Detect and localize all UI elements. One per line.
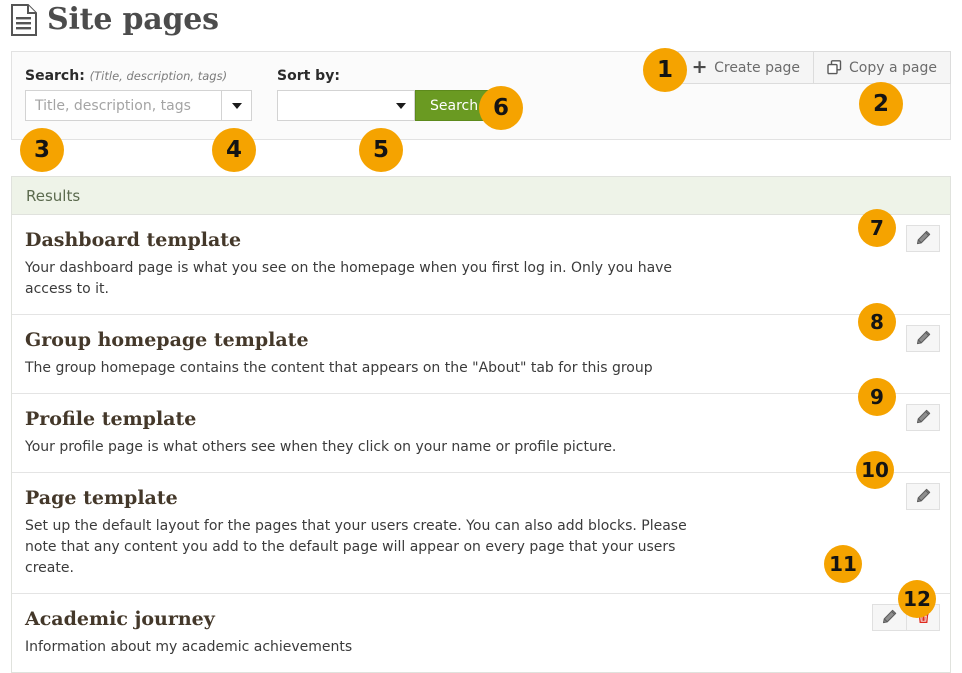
sort-field-group: Sort by: Search [277, 68, 494, 121]
chevron-down-icon [396, 102, 406, 109]
result-row: Profile template Your profile page is wha… [12, 394, 950, 473]
search-label: Search: (Title, description, tags) [25, 68, 252, 84]
page-title: Site pages [11, 2, 219, 38]
sort-label: Sort by: [277, 68, 340, 84]
create-page-label: Create page [714, 59, 801, 76]
pencil-icon [916, 409, 931, 427]
copy-page-button[interactable]: Copy a page [813, 51, 951, 84]
row-actions [906, 404, 940, 431]
search-input-combo [25, 90, 252, 121]
result-description: Set up the default layout for the pages … [25, 518, 687, 576]
edit-page-button[interactable] [906, 225, 940, 252]
search-input[interactable] [25, 90, 221, 121]
page-action-buttons: + Create page Copy a page [678, 51, 951, 84]
result-description: Information about my academic achievemen… [25, 639, 353, 655]
annotation-badge: 1 [643, 48, 687, 92]
row-actions [906, 325, 940, 352]
result-row: Group homepage template The group homepag… [12, 315, 950, 394]
results-list: Dashboard template Your dashboard page is… [12, 215, 950, 672]
search-label-hint: (Title, description, tags) [89, 69, 228, 83]
result-title: Profile template [25, 408, 197, 430]
create-page-button[interactable]: + Create page [678, 51, 814, 84]
sort-by-select[interactable] [277, 90, 415, 121]
result-title: Group homepage template [25, 329, 309, 351]
edit-page-button[interactable] [906, 325, 940, 352]
annotation-badge: 10 [856, 451, 894, 489]
annotation-badge: 3 [20, 128, 64, 172]
copy-page-label: Copy a page [849, 59, 937, 76]
result-row: Academic journey Information about my aca… [12, 594, 950, 672]
annotation-badge: 8 [858, 303, 896, 341]
row-actions [906, 483, 940, 510]
edit-page-button[interactable] [906, 483, 940, 510]
pencil-icon [916, 330, 931, 348]
result-description: The group homepage contains the content … [25, 360, 653, 376]
pencil-icon [916, 488, 931, 506]
annotation-badge: 11 [824, 545, 862, 583]
annotation-badge: 6 [479, 86, 523, 130]
chevron-down-icon [231, 102, 242, 109]
annotation-badge: 9 [858, 378, 896, 416]
annotation-badge: 4 [212, 128, 256, 172]
pencil-icon [916, 230, 931, 248]
annotation-badge: 7 [858, 209, 896, 247]
page-title-text: Site pages [47, 2, 219, 37]
results-header: Results [12, 177, 950, 215]
annotation-badge: 12 [898, 580, 936, 618]
search-label-text: Search: [25, 68, 85, 84]
search-fields: Search: (Title, description, tags) Sort … [25, 68, 494, 121]
annotation-badge: 2 [859, 82, 903, 126]
annotation-badge: 5 [359, 128, 403, 172]
result-title: Page template [25, 487, 178, 509]
result-title: Academic journey [25, 608, 215, 630]
plus-icon: + [691, 56, 708, 78]
search-dropdown-toggle[interactable] [221, 90, 252, 121]
copy-pages-icon [827, 60, 842, 75]
search-field-group: Search: (Title, description, tags) [25, 68, 252, 121]
result-row: Page template Set up the default layout f… [12, 473, 950, 594]
results-panel: Results Dashboard template Your dashboard… [11, 176, 951, 673]
edit-page-button[interactable] [906, 404, 940, 431]
file-document-icon [11, 4, 37, 36]
sort-row: Search [277, 90, 494, 121]
result-title: Dashboard template [25, 229, 242, 251]
result-description: Your dashboard page is what you see on t… [25, 260, 673, 297]
result-description: Your profile page is what others see whe… [25, 439, 617, 455]
row-actions [906, 225, 940, 252]
result-row: Dashboard template Your dashboard page is… [12, 215, 950, 315]
